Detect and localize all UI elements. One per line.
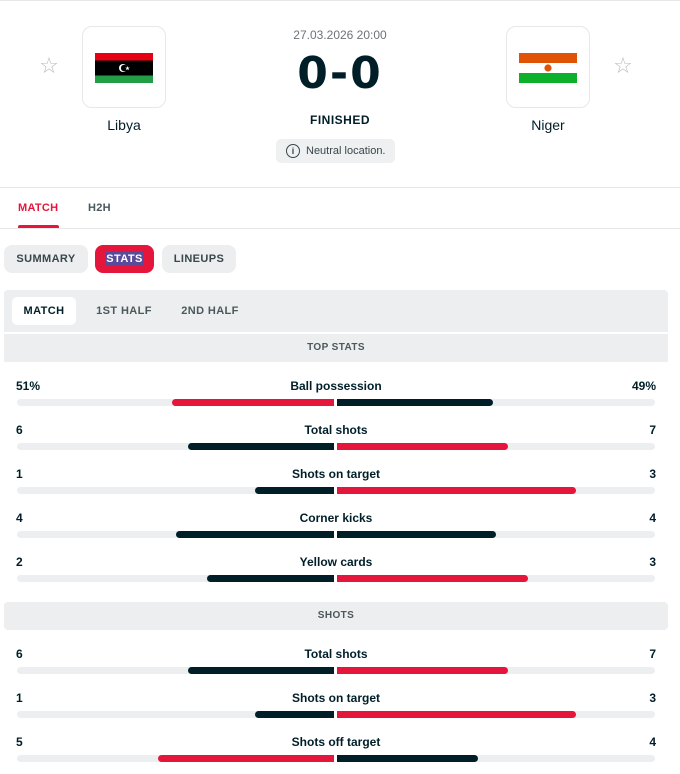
neutral-location-text: Neutral location. [306,145,386,157]
stat-name: Corner kicks [299,511,373,525]
away-team-name[interactable]: Niger [478,117,618,133]
stat-home-bar [187,667,334,674]
stat-away-bar [337,575,528,582]
libya-flag [95,53,153,83]
info-icon: i [286,144,300,158]
stat-row: 1 Shots on target 3 [0,467,680,511]
stat-name: Shots off target [291,735,381,749]
stat-home-track [17,711,334,718]
subtab-stats-label: STATS [105,252,144,266]
active-tab-indicator [18,225,59,228]
period-1st-half[interactable]: 1ST HALF [86,297,162,325]
stat-home-track [17,487,334,494]
stat-name: Total shots [304,423,368,437]
stat-name: Shots on target [291,691,380,705]
star-outline-icon[interactable]: ☆ [611,55,635,79]
match-header: ☆ Libya 27.03.2026 20:00 0-0 FINISHED i … [0,0,680,188]
period-2nd-half[interactable]: 2ND HALF [170,297,250,325]
stat-away-value: 3 [649,467,656,481]
star-outline-icon[interactable]: ☆ [37,55,61,79]
stat-home-track [17,399,334,406]
match-score: 0-0 [297,48,383,99]
neutral-location-badge: i Neutral location. [276,139,395,163]
home-team-name[interactable]: Libya [54,117,194,133]
stat-home-value: 1 [16,691,23,705]
stat-away-value: 4 [649,511,656,525]
stat-away-track [337,487,655,494]
home-team-logo[interactable] [82,26,166,108]
stat-away-bar [337,487,576,494]
stat-home-bar [175,531,334,538]
stat-away-value: 3 [649,555,656,569]
stat-away-value: 4 [649,735,656,749]
stat-home-value: 2 [16,555,23,569]
stat-away-bar [337,667,509,674]
stat-away-bar [337,755,479,762]
stat-row: 5 Shots off target 4 [0,735,680,774]
niger-flag [519,53,577,83]
stat-home-value: 5 [16,735,23,749]
stat-home-bar [254,711,334,718]
stat-home-bar [254,487,334,494]
away-team-logo[interactable] [506,26,590,108]
stat-home-track [17,531,334,538]
stat-home-value: 4 [16,511,23,525]
stat-away-bar [337,399,493,406]
stat-away-track [337,755,655,762]
stat-home-bar [172,399,334,406]
stat-away-track [337,531,655,538]
period-selector: MATCH 1ST HALF 2ND HALF [4,290,668,332]
stat-row: 6 Total shots 7 [0,423,680,467]
stat-away-bar [337,531,496,538]
stat-away-bar [337,443,509,450]
stat-home-value: 6 [16,423,23,437]
stat-row: 6 Total shots 7 [0,647,680,691]
stat-away-value: 7 [649,647,656,661]
main-tabs: MATCH H2H [0,188,680,229]
stat-away-track [337,575,655,582]
stat-home-track [17,667,334,674]
stat-row: 4 Corner kicks 4 [0,511,680,555]
match-datetime: 27.03.2026 20:00 [293,28,387,42]
subtab-lineups[interactable]: LINEUPS [162,245,236,273]
stat-home-track [17,575,334,582]
stat-away-value: 3 [649,691,656,705]
stat-away-track [337,711,655,718]
stat-home-value: 1 [16,467,23,481]
tab-h2h[interactable]: H2H [88,202,111,214]
tab-match[interactable]: MATCH [18,202,58,214]
stat-away-value: 7 [649,423,656,437]
stat-home-bar [157,755,334,762]
section-header-shots: SHOTS [4,602,668,630]
stat-row: 51% Ball possession 49% [0,379,680,423]
subtab-stats[interactable]: STATS [95,245,154,273]
stat-away-bar [337,711,576,718]
stat-home-track [17,443,334,450]
stat-name: Shots on target [291,467,380,481]
stat-home-track [17,755,334,762]
period-match[interactable]: MATCH [12,297,76,325]
stat-away-track [337,667,655,674]
stat-row: 1 Shots on target 3 [0,691,680,735]
stat-name: Ball possession [290,379,382,393]
stat-away-value: 49% [631,379,656,393]
section-header-top-stats: TOP STATS [4,334,668,362]
stat-away-track [337,399,655,406]
stat-home-value: 51% [16,379,41,393]
stat-home-bar [187,443,334,450]
stat-home-bar [207,575,334,582]
stat-name: Yellow cards [299,555,373,569]
stat-away-track [337,443,655,450]
match-status: FINISHED [309,113,370,127]
stat-home-value: 6 [16,647,23,661]
subtab-summary[interactable]: SUMMARY [4,245,88,273]
stat-name: Total shots [304,647,368,661]
stat-row: 2 Yellow cards 3 [0,555,680,599]
